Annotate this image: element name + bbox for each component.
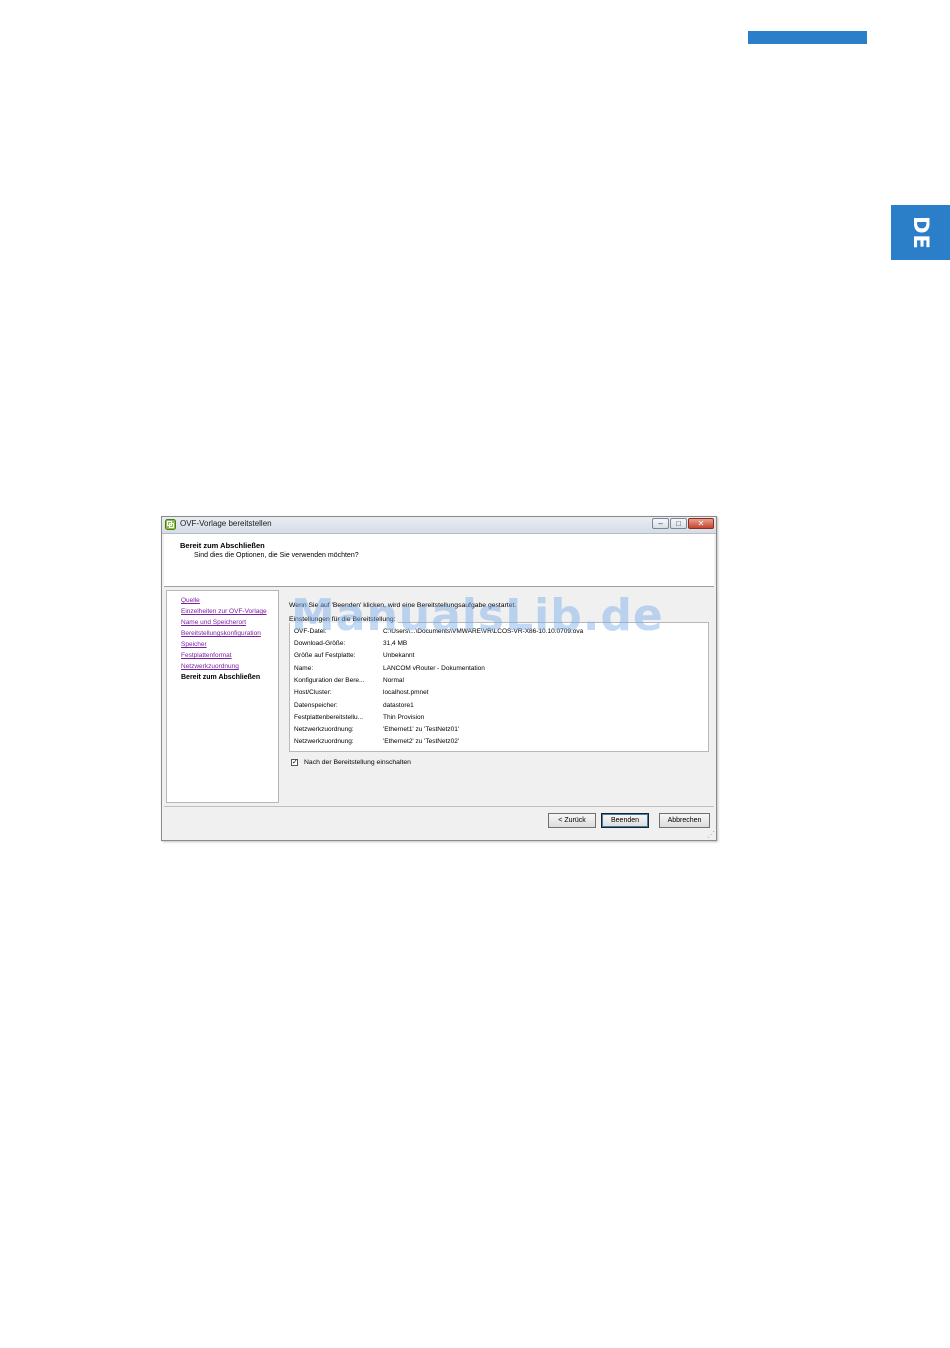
settings-row: OVF-Datei: C:\Users\...\Documents\VMWARE\… [294, 628, 584, 635]
settings-row: Datenspeicher: datastore1 [294, 702, 414, 709]
settings-row: Konfiguration der Bere... Normal [294, 677, 404, 684]
power-on-option[interactable]: ✓ Nach der Bereitstellung einschalten [291, 759, 411, 766]
wizard-header: Bereit zum Abschließen Sind dies die Opt… [164, 534, 714, 587]
minimize-button[interactable]: – [652, 518, 669, 529]
language-tab: DE [891, 205, 950, 260]
power-on-checkbox[interactable]: ✓ [291, 759, 298, 766]
resize-grip-icon[interactable]: ⋰ [707, 830, 715, 839]
footer-divider [164, 806, 714, 807]
nav-step-deploy-config[interactable]: Bereitstellungskonfiguration [181, 630, 261, 637]
wizard-step-nav: Quelle Einzelheiten zur OVF-Vorlage Name… [166, 590, 279, 803]
wizard-content: Wenn Sie auf 'Beenden' klicken, wird ein… [283, 590, 713, 803]
cancel-button[interactable]: Abbrechen [659, 813, 710, 828]
wizard-step-subtitle: Sind dies die Optionen, die Sie verwende… [194, 552, 359, 559]
settings-row: Netzwerkzuordnung: 'Ethernet1' zu 'TestNe… [294, 726, 460, 733]
nav-step-ovf-details[interactable]: Einzelheiten zur OVF-Vorlage [181, 608, 267, 615]
settings-group-label: Einstellungen für die Bereitstellung: [289, 616, 398, 623]
nav-step-quelle[interactable]: Quelle [181, 597, 200, 604]
back-button[interactable]: < Zurück [548, 813, 596, 828]
nav-step-network-mapping[interactable]: Netzwerkzuordnung [181, 663, 239, 670]
settings-list: OVF-Datei: C:\Users\...\Documents\VMWARE\… [289, 622, 709, 752]
settings-row: Host/Cluster: localhost.pmnet [294, 689, 429, 696]
ovf-deploy-dialog: OVF-Vorlage bereitstellen – □ ✕ Bereit z… [161, 516, 717, 841]
top-accent-bar [748, 31, 867, 44]
window-title: OVF-Vorlage bereitstellen [180, 519, 272, 528]
wizard-step-title: Bereit zum Abschließen [180, 541, 265, 550]
window-titlebar[interactable]: OVF-Vorlage bereitstellen – □ ✕ [162, 517, 716, 534]
settings-row: Festplattenbereitstellu... Thin Provision [294, 714, 425, 721]
maximize-button[interactable]: □ [670, 518, 687, 529]
nav-step-ready: Bereit zum Abschließen [181, 674, 261, 681]
settings-row: Name: LANCOM vRouter - Dokumentation [294, 665, 485, 672]
language-tab-label: DE [908, 215, 933, 250]
close-button[interactable]: ✕ [688, 518, 714, 529]
finish-button[interactable]: Beenden [601, 813, 649, 828]
nav-step-storage[interactable]: Speicher [181, 641, 207, 648]
intro-text: Wenn Sie auf 'Beenden' klicken, wird ein… [289, 602, 517, 609]
nav-step-disk-format[interactable]: Festplattenformat [181, 652, 232, 659]
settings-row: Größe auf Festplatte: Unbekannt [294, 652, 415, 659]
window-controls: – □ ✕ [651, 518, 714, 529]
power-on-label: Nach der Bereitstellung einschalten [304, 759, 411, 766]
vsphere-app-icon [165, 519, 176, 530]
settings-row: Netzwerkzuordnung: 'Ethernet2' zu 'TestNe… [294, 738, 460, 745]
settings-row: Download-Größe: 31,4 MB [294, 640, 408, 647]
nav-step-name-location[interactable]: Name und Speicherort [181, 619, 246, 626]
